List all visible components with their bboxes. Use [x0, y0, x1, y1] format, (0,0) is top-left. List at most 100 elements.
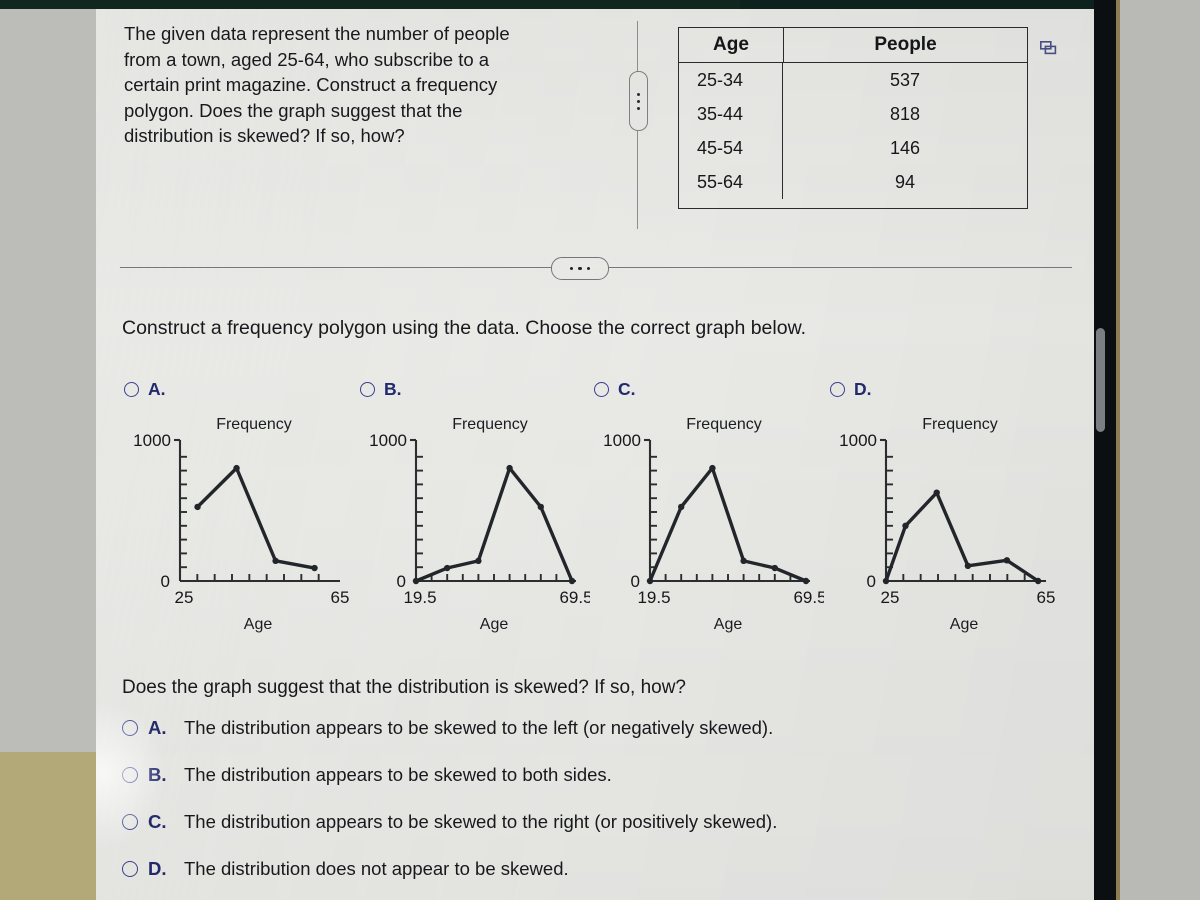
- answer-option-d-letter: D.: [148, 858, 167, 879]
- chart-data-point: [882, 577, 890, 585]
- frequency-polygon-chart-d[interactable]: Frequency 0 1000 25 65 Age: [824, 405, 1060, 637]
- chart-y-tick-max: 1000: [369, 431, 407, 450]
- radio-answer-b[interactable]: [122, 767, 138, 783]
- chart-data-point: [506, 464, 513, 472]
- dot: [586, 266, 590, 271]
- chart-data-point: [802, 577, 810, 585]
- chart-data-line: [414, 466, 574, 583]
- vertical-more-options-icon[interactable]: [629, 71, 648, 131]
- chart-x-axis-label: Age: [950, 616, 979, 633]
- graph-option-d-header: D.: [824, 377, 1060, 401]
- frequency-polygon-chart-c[interactable]: Frequency0100019.5 69.5Age: [588, 405, 824, 637]
- table-cell-people: 818: [889, 103, 921, 124]
- chart-x-tick-max: 65: [331, 588, 350, 607]
- chart-data-line: [195, 466, 317, 570]
- chart-data-point: [475, 557, 482, 565]
- chart-x-tick-min: 25: [881, 588, 900, 607]
- answer-option-d-text: The distribution does not appear to be s…: [184, 858, 569, 879]
- frequency-polygon-chart-a[interactable]: Frequency 0 1000 25 65 Age: [118, 405, 354, 637]
- question-2-prompt: Does the graph suggest that the distribu…: [122, 677, 686, 698]
- table-cell-people: 146: [889, 137, 921, 158]
- radio-graph-d[interactable]: [830, 381, 845, 397]
- dot: [637, 106, 640, 110]
- answer-option-c-text: The distribution appears to be skewed to…: [184, 811, 778, 832]
- graph-option-b-letter: B.: [384, 378, 402, 399]
- chart-data-point: [194, 503, 201, 511]
- desk-surface-grey: [0, 0, 96, 752]
- chart-y-axis-label: Frequency: [216, 416, 292, 433]
- graph-options-row: A. Frequency 0 1000 25 65 Age B. Frequency 0 10…: [96, 377, 1094, 639]
- chart-data-point: [902, 522, 909, 529]
- graph-option-b-header: B.: [354, 377, 590, 401]
- answer-option-c-letter: C.: [148, 811, 167, 832]
- graph-option-a-header: A.: [118, 377, 354, 401]
- chart-data-point: [771, 564, 778, 572]
- answer-option-c[interactable]: C. The distribution appears to be skewed…: [122, 811, 1022, 858]
- chart-x-tick-max: 65: [1037, 588, 1056, 607]
- data-table: Age People 25-34 537 35-44 818 45-54 146…: [678, 27, 1028, 209]
- radio-answer-c[interactable]: [122, 814, 138, 830]
- dot: [637, 92, 640, 96]
- answer-option-b-letter: B.: [148, 764, 167, 785]
- chart-x-tick-min: 19.5: [637, 588, 670, 607]
- chart-y-axis-label: Frequency: [922, 416, 998, 433]
- chart-data-point: [412, 577, 420, 585]
- answer-option-a[interactable]: A. The distribution appears to be skewed…: [122, 717, 1022, 764]
- chart-y-tick-min: 0: [161, 572, 170, 591]
- desk-surface-right: [1120, 0, 1200, 900]
- graph-option-a: A. Frequency 0 1000 25 65 Age: [118, 377, 354, 639]
- screen-bezel-right: [1094, 0, 1118, 900]
- chart-x-tick-max: 69.5: [559, 588, 590, 607]
- chart-data-point: [709, 464, 716, 472]
- table-cell-people: 94: [894, 171, 916, 192]
- table-row: 35-44 818: [679, 97, 1027, 131]
- chart-y-tick-max: 1000: [839, 431, 877, 450]
- chart-x-axis-label: Age: [244, 616, 273, 633]
- chart-data-line: [648, 466, 808, 583]
- chart-y-tick-max: 1000: [603, 431, 641, 450]
- radio-graph-b[interactable]: [360, 381, 375, 397]
- graph-option-c-letter: C.: [618, 378, 636, 399]
- chart-data-point: [740, 557, 747, 565]
- graph-option-d: D. Frequency 0 1000 25 65 Age: [824, 377, 1060, 639]
- browser-page: The given data represent the number of p…: [96, 9, 1094, 900]
- table-row: 45-54 146: [679, 131, 1027, 165]
- chart-data-point: [537, 503, 544, 511]
- table-row: 55-64 94: [679, 165, 1027, 199]
- chart-x-tick-max: 69.5: [793, 588, 824, 607]
- graph-option-a-letter: A.: [148, 378, 166, 399]
- radio-graph-a[interactable]: [124, 381, 139, 397]
- table-cell-age: 45-54: [679, 131, 783, 165]
- copy-icon[interactable]: [1040, 41, 1058, 57]
- chart-data-point: [646, 577, 654, 585]
- dot: [578, 266, 582, 271]
- answer-option-d[interactable]: D. The distribution does not appear to b…: [122, 858, 1022, 900]
- dot: [637, 99, 640, 103]
- table-header-people: People: [874, 34, 937, 55]
- table-cell-age: 25-34: [679, 63, 783, 97]
- chart-y-axis-label: Frequency: [452, 416, 528, 433]
- chart-x-axis-label: Age: [714, 616, 743, 633]
- chart-data-point: [233, 464, 240, 472]
- radio-answer-d[interactable]: [122, 861, 138, 877]
- graph-option-b: B. Frequency 0 1000 19.5 69.5 Age: [354, 377, 590, 639]
- frequency-polygon-chart-b[interactable]: Frequency0100019.5 69.5Age: [354, 405, 590, 637]
- table-row: 25-34 537: [679, 63, 1027, 97]
- answer-option-b[interactable]: B. The distribution appears to be skewed…: [122, 764, 1022, 811]
- radio-graph-c[interactable]: [594, 381, 609, 397]
- device-volume-button[interactable]: [1096, 328, 1105, 432]
- chart-data-point: [444, 564, 451, 572]
- graph-option-c-header: C.: [588, 377, 824, 401]
- table-cell-age: 35-44: [679, 97, 783, 131]
- desk-surface-tan: [0, 752, 96, 900]
- chart-data-point: [272, 557, 279, 565]
- answer-option-a-letter: A.: [148, 717, 167, 738]
- horizontal-more-options-icon[interactable]: [551, 257, 609, 280]
- graph-option-d-letter: D.: [854, 378, 872, 399]
- answer-option-a-text: The distribution appears to be skewed to…: [184, 717, 774, 738]
- radio-answer-a[interactable]: [122, 720, 138, 736]
- table-header-age: Age: [679, 28, 784, 62]
- chart-data-point: [1003, 557, 1011, 564]
- chart-x-tick-min: 19.5: [403, 588, 436, 607]
- chart-data-point: [311, 564, 318, 572]
